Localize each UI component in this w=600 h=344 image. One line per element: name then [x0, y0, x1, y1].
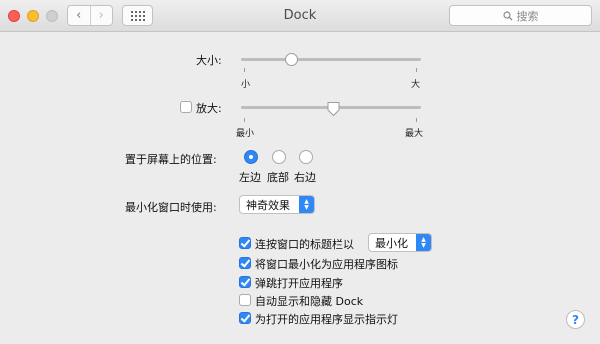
updown-arrows-icon: ▲ ▼ — [299, 196, 314, 213]
size-slider-track[interactable] — [241, 58, 421, 61]
size-tick-min — [244, 68, 245, 72]
position-left-radio[interactable] — [244, 150, 258, 164]
magnification-max-label: 最大 — [405, 129, 424, 139]
size-tick-max — [416, 68, 417, 72]
position-bottom-radio[interactable] — [272, 150, 286, 164]
auto-hide-dock-label: 自动显示和隐藏 Dock — [255, 295, 364, 308]
size-slider-thumb[interactable] — [285, 53, 298, 66]
dock-preferences-window: ‹ › Dock 搜索 大小: 小 大 放大: 最小 最大 置于屏幕上的位置: … — [0, 0, 600, 344]
minimize-effect-label: 最小化窗口时使用: — [125, 201, 217, 214]
double-click-action-select[interactable]: 最小化 ▲ ▼ — [368, 233, 432, 252]
help-button[interactable]: ? — [566, 310, 585, 329]
show-indicators-checkbox[interactable] — [239, 312, 251, 324]
minimize-effect-value: 神奇效果 — [246, 198, 290, 212]
title-bar: ‹ › Dock 搜索 — [0, 0, 600, 32]
updown-arrows-icon: ▲ ▼ — [416, 234, 431, 251]
magnification-tick-min — [244, 118, 245, 122]
position-left-label: 左边 — [239, 171, 261, 184]
magnification-label: 放大: — [196, 102, 222, 115]
auto-hide-dock-checkbox[interactable] — [239, 294, 251, 306]
position-right-radio[interactable] — [299, 150, 313, 164]
size-max-label: 大 — [411, 80, 421, 90]
search-placeholder: 搜索 — [516, 9, 539, 23]
show-indicators-label: 为打开的应用程序显示指示灯 — [255, 313, 398, 326]
magnification-checkbox[interactable] — [180, 101, 192, 113]
size-label: 大小: — [196, 54, 222, 67]
animate-opening-apps-checkbox[interactable] — [239, 276, 251, 288]
position-right-label: 右边 — [294, 171, 316, 184]
double-click-titlebar-checkbox[interactable] — [239, 237, 251, 249]
search-field[interactable]: 搜索 — [449, 5, 592, 26]
size-min-label: 小 — [241, 80, 251, 90]
magnification-slider-thumb[interactable] — [327, 101, 340, 117]
double-click-action-value: 最小化 — [375, 236, 408, 250]
minimize-effect-select[interactable]: 神奇效果 ▲ ▼ — [239, 195, 315, 214]
magnifier-icon — [502, 10, 512, 20]
position-label: 置于屏幕上的位置: — [125, 153, 217, 166]
minimize-into-app-icon-checkbox[interactable] — [239, 257, 251, 269]
position-bottom-label: 底部 — [267, 171, 289, 184]
question-mark-icon: ? — [572, 312, 579, 327]
double-click-titlebar-label: 连按窗口的标题栏以 — [255, 238, 354, 251]
animate-opening-apps-label: 弹跳打开应用程序 — [255, 277, 343, 290]
magnification-tick-max — [416, 118, 417, 122]
magnification-min-label: 最小 — [236, 129, 255, 139]
minimize-into-app-icon-label: 将窗口最小化为应用程序图标 — [255, 258, 398, 271]
